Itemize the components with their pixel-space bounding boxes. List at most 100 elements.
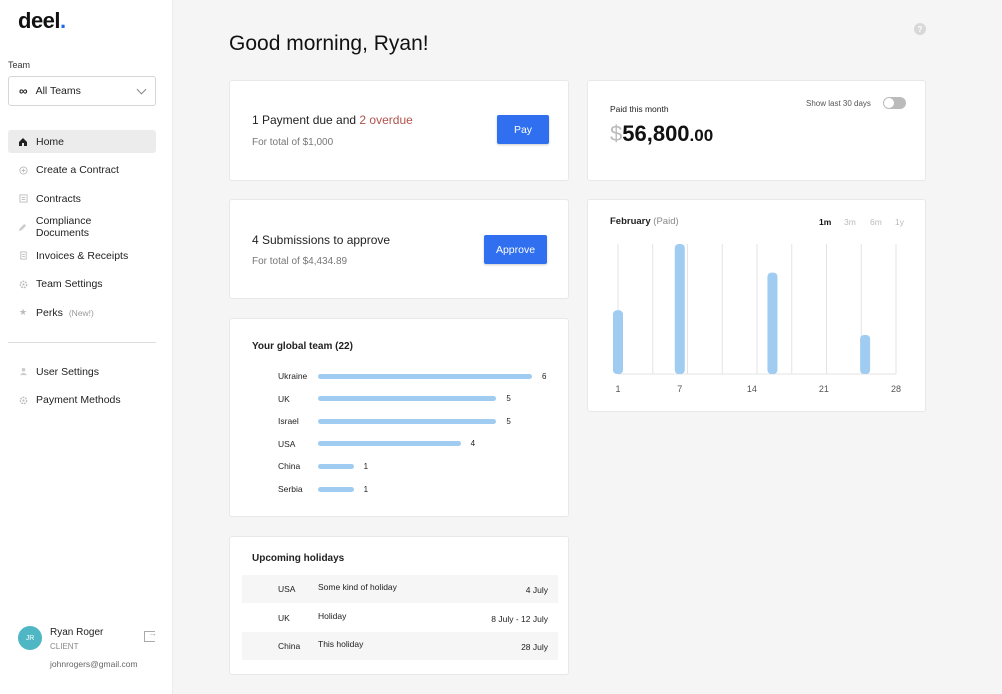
nav-user-settings[interactable]: User Settings (8, 360, 156, 383)
x-tick-label: 21 (819, 384, 829, 394)
submissions-title: 4 Submissions to approve (252, 233, 391, 247)
holiday-date: 28 July (521, 642, 548, 652)
overdue-link[interactable]: 2 overdue (359, 113, 412, 127)
chart-bar[interactable] (767, 272, 778, 374)
nav-label: Home (36, 135, 65, 148)
team-country-name: Israel (278, 416, 299, 427)
paid-chart-card: February (Paid) 1m 3m 6m 1y 1 7 14 21 28 (587, 199, 926, 412)
team-select[interactable]: ∞ All Teams (8, 76, 156, 106)
bar-chart: 1 7 14 21 28 (613, 244, 901, 394)
payment-title: 1 Payment due and 2 overdue (252, 113, 413, 127)
nav-contracts[interactable]: Contracts (8, 187, 156, 210)
holiday-country: China (278, 641, 301, 651)
nav-label: User Settings (36, 365, 100, 378)
document-icon (18, 194, 28, 204)
sidebar: deel. Team ∞ All Teams Home Create a Con… (0, 0, 173, 694)
pen-icon (18, 222, 28, 232)
team-count-value: 6 (542, 371, 547, 381)
nav-invoices-receipts[interactable]: Invoices & Receipts (8, 244, 156, 267)
x-tick-label: 1 (615, 384, 620, 394)
nav-label: Invoices & Receipts (36, 249, 129, 262)
team-country-name: Serbia (278, 484, 303, 494)
payment-subtitle: For total of $1,000 (252, 137, 334, 148)
nav-create-contract[interactable]: Create a Contract (8, 159, 156, 182)
user-icon (18, 367, 28, 377)
submissions-subtitle: For total of $4,434.89 (252, 256, 348, 267)
global-team-card: Your global team (22) Ukraine 6 UK 5 Israel 5… (229, 318, 569, 517)
infinity-icon: ∞ (19, 84, 28, 98)
nav-label: Payment Methods (36, 394, 121, 406)
pay-button[interactable]: Pay (497, 115, 549, 144)
team-country-name: Ukraine (278, 371, 308, 381)
team-country-row: Serbia 1 (278, 482, 368, 496)
nav-team-settings[interactable]: Team Settings (8, 273, 156, 296)
holiday-name: Holiday (318, 611, 347, 621)
nav-perks[interactable]: ★ Perks (New!) (8, 301, 156, 324)
team-label: Team (8, 60, 31, 70)
plus-circle-icon (18, 165, 28, 175)
nav-label: Create a Contract (36, 164, 119, 176)
logout-icon[interactable] (144, 628, 157, 642)
deel-logo[interactable]: deel. (18, 8, 66, 34)
holiday-country: UK (278, 613, 290, 623)
team-country-name: USA (278, 438, 296, 449)
team-count-bar (318, 463, 354, 469)
payment-title-text: 1 Payment due and (252, 113, 360, 127)
approve-button[interactable]: Approve (484, 235, 547, 264)
team-count-bar (318, 441, 461, 447)
nav-label: Team Settings (36, 278, 103, 290)
chart-bar[interactable] (613, 310, 623, 374)
paid-amount: $56,800.00 (610, 121, 713, 147)
team-select-value: All Teams (35, 85, 81, 97)
team-count-value: 1 (363, 484, 369, 494)
user-email: johnrogers@gmail.com (50, 659, 138, 669)
submissions-card: 4 Submissions to approve For total of $4… (229, 199, 569, 299)
holiday-name: Some kind of holiday (318, 582, 397, 592)
user-role: CLIENT (50, 642, 79, 651)
receipt-icon (18, 251, 28, 261)
holiday-date: 8 July - 12 July (491, 614, 548, 624)
nav-compliance-documents[interactable]: Compliance Documents (8, 215, 156, 239)
avatar[interactable]: JR (18, 626, 42, 650)
star-icon: ★ (18, 307, 28, 317)
nav-divider (8, 342, 156, 343)
team-country-name: China (278, 461, 301, 472)
nav-payment-methods[interactable]: Payment Methods (8, 389, 156, 412)
holiday-name: This holiday (318, 639, 364, 649)
amount-value: 56,800 (622, 121, 690, 146)
new-badge: (New!) (68, 307, 94, 318)
team-country-row: USA 4 (278, 437, 475, 451)
team-count-value: 5 (506, 416, 511, 426)
holiday-row: USA Some kind of holiday 4 July (242, 575, 558, 603)
nav-home[interactable]: Home (8, 130, 156, 153)
team-country-row: China 1 (278, 459, 368, 473)
chevron-down-icon (136, 84, 147, 94)
gear-icon (18, 395, 28, 405)
team-count-bar (318, 373, 532, 379)
payment-card: 1 Payment due and 2 overdue For total of… (229, 80, 569, 181)
currency-symbol: $ (610, 121, 623, 146)
x-tick-label: 28 (891, 384, 901, 394)
toggle-knob (884, 98, 894, 108)
help-icon[interactable]: ? (914, 23, 926, 35)
chart-bar[interactable] (674, 244, 685, 374)
team-count-bar (318, 418, 497, 424)
x-tick-label: 7 (677, 384, 682, 394)
nav-label: Perks (36, 306, 63, 319)
holiday-date: 4 July (525, 585, 548, 595)
chart-bar[interactable] (860, 335, 871, 374)
team-count-value: 5 (506, 394, 511, 404)
team-count-bar (318, 486, 354, 492)
last-30-days-toggle[interactable] (883, 97, 906, 109)
holidays-title: Upcoming holidays (252, 553, 345, 564)
team-country-row: UK 5 (278, 392, 511, 406)
holiday-country: USA (278, 584, 296, 594)
team-count-value: 1 (363, 461, 369, 471)
team-country-row: Israel 5 (278, 414, 511, 428)
x-tick-label: 14 (747, 384, 757, 394)
toggle-label: Show last 30 days (806, 99, 871, 108)
paid-this-month-card: Paid this month $56,800.00 Show last 30 … (587, 80, 926, 181)
holiday-row: China This holiday 28 July (242, 632, 558, 660)
main-nav: Home Create a Contract Contracts Complia… (8, 130, 156, 330)
amount-cents: .00 (689, 126, 714, 145)
